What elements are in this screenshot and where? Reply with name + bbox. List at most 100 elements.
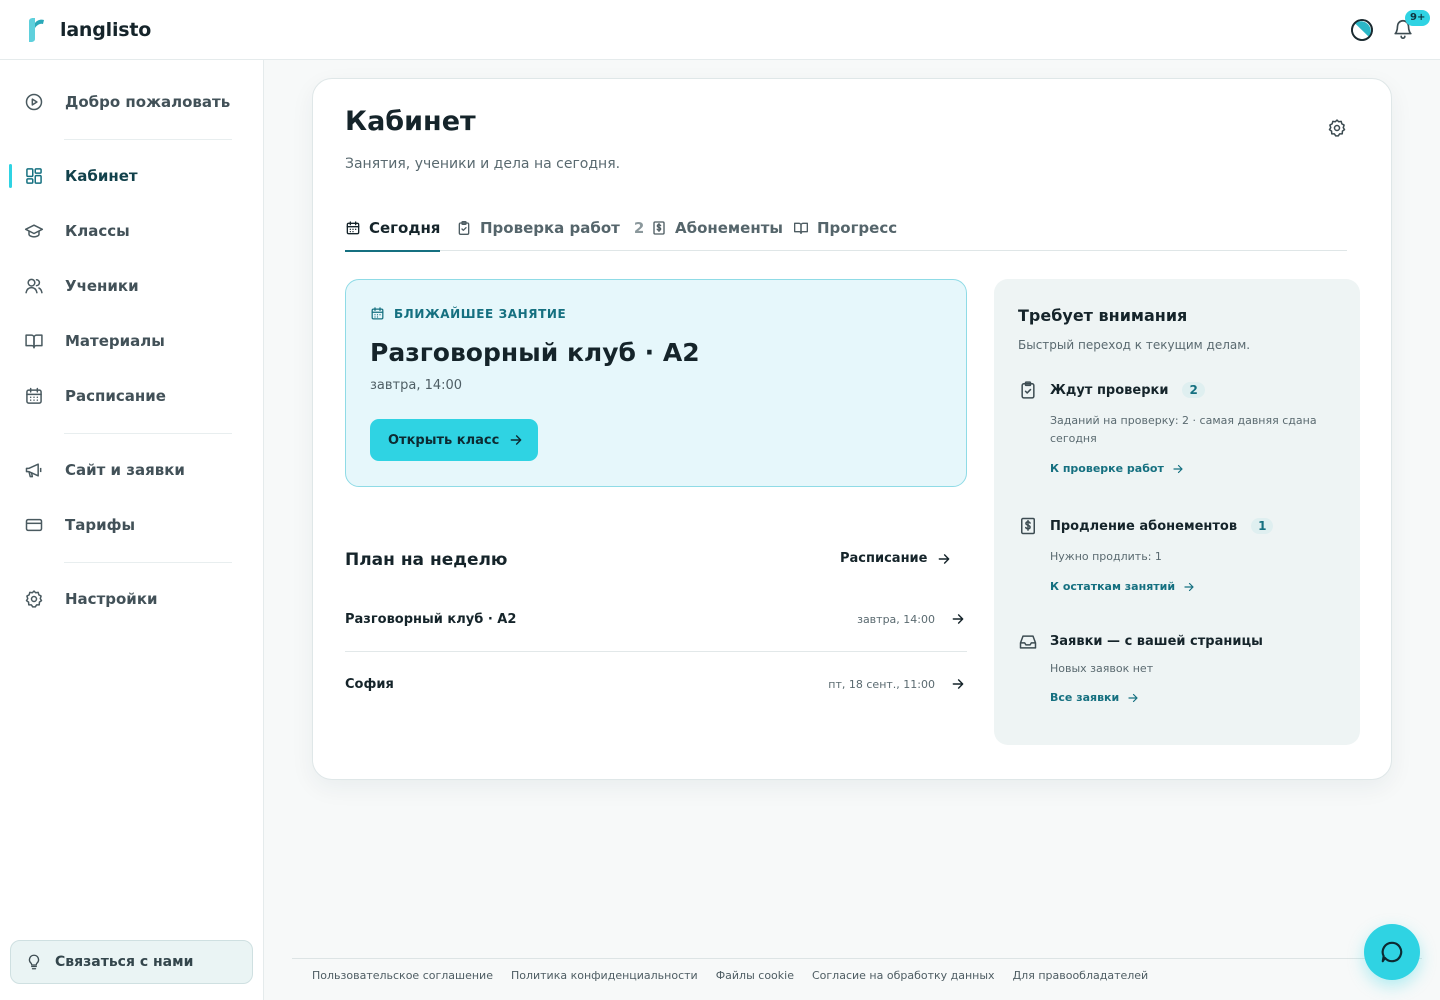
sidebar: Добро пожаловать Кабинет Классы Ученики … — [0, 60, 264, 1000]
attention-subtitle: Быстрый переход к текущим делам. — [1018, 338, 1251, 352]
book-icon — [25, 334, 43, 349]
receipt-dollar-icon — [1021, 517, 1035, 535]
tab-today[interactable]: Сегодня — [345, 210, 441, 252]
sidebar-item-site-requests[interactable]: Сайт и заявки — [0, 448, 264, 492]
attention-item-desc: Новых заявок нет — [1050, 662, 1154, 675]
sidebar-item-label: Кабинет — [65, 167, 138, 185]
logo[interactable]: langlisto — [24, 17, 151, 43]
next-lesson-card: БЛИЖАЙШЕЕ ЗАНЯТИЕ Разговорный клуб · A2 … — [345, 279, 967, 487]
credit-card-icon — [25, 518, 43, 532]
contact-us-label: Связаться с нами — [55, 954, 194, 970]
book-open-icon — [794, 222, 808, 234]
tab-review[interactable]: Проверка работ 2 — [456, 210, 644, 251]
sidebar-item-label: Сайт и заявки — [65, 461, 185, 479]
calendar-icon — [26, 387, 42, 404]
attention-item-link: К проверке работ — [1050, 462, 1164, 475]
sidebar-item-label: Добро пожаловать — [65, 93, 231, 111]
attention-item-count: 1 — [1251, 518, 1274, 534]
plan-row-time: пт, 18 сент., 11:00 — [828, 677, 935, 691]
sidebar-item-label: Ученики — [65, 277, 139, 295]
footer-link-terms[interactable]: Пользовательское соглашение — [312, 969, 493, 982]
sidebar-item-classes[interactable]: Классы — [0, 209, 264, 253]
schedule-link[interactable]: Расписание — [840, 551, 951, 566]
all-requests-link[interactable]: Все заявки — [1050, 691, 1139, 704]
tab-count-badge: 2 — [633, 218, 645, 237]
tab-bar: Сегодня Проверка работ 2 Абонементы Прог… — [345, 210, 1347, 252]
sidebar-item-plans[interactable]: Тарифы — [0, 503, 264, 547]
open-class-label: Открыть класс — [388, 432, 500, 448]
arrow-right-icon — [1128, 693, 1138, 702]
calendar-icon — [346, 220, 360, 234]
contact-us-button[interactable]: Связаться с нами — [10, 940, 253, 984]
theme-toggle-icon[interactable] — [1350, 18, 1374, 42]
footer-link-copyright[interactable]: Для правообладателей — [1013, 969, 1149, 982]
dashboard-icon — [26, 168, 42, 184]
sidebar-item-label: Расписание — [65, 387, 166, 405]
remaining-lessons-link[interactable]: К остаткам занятий — [1050, 580, 1195, 593]
plan-row-name: Разговорный клуб · A2 — [345, 611, 517, 627]
sidebar-item-welcome[interactable]: Добро пожаловать — [0, 80, 264, 124]
tab-subscriptions[interactable]: Абонементы — [651, 210, 783, 251]
footer-link-consent[interactable]: Согласие на обработку данных — [812, 969, 995, 982]
next-lesson-title: Разговорный клуб · A2 — [370, 338, 700, 367]
review-works-link[interactable]: К проверке работ — [1050, 462, 1184, 475]
arrow-right-icon — [939, 553, 950, 564]
footer-link-cookies[interactable]: Файлы cookie — [716, 969, 794, 982]
attention-panel: Требует внимания Быстрый переход к текущ… — [994, 279, 1360, 745]
inbox-icon — [1019, 635, 1037, 649]
arrow-right-icon — [1184, 582, 1194, 591]
schedule-link-label: Расписание — [840, 551, 928, 566]
attention-item-link: К остаткам занятий — [1050, 580, 1176, 593]
dashboard-card: Кабинет Занятия, ученики и дела на сегод… — [312, 78, 1392, 780]
chat-bubble-icon — [1381, 941, 1403, 963]
tab-progress[interactable]: Прогресс — [793, 210, 897, 251]
footer-links: Пользовательское соглашение Политика кон… — [312, 969, 1148, 982]
page-title: Кабинет — [345, 106, 476, 137]
arrow-right-icon — [952, 614, 964, 624]
next-lesson-kicker: БЛИЖАЙШЕЕ ЗАНЯТИЕ — [394, 306, 567, 321]
attention-item-desc: Нужно продлить: 1 — [1050, 550, 1162, 563]
next-lesson-time: завтра, 14:00 — [370, 378, 463, 393]
sidebar-item-students[interactable]: Ученики — [0, 264, 264, 308]
sidebar-item-settings[interactable]: Настройки — [0, 577, 264, 621]
notifications-button[interactable]: 9+ — [1392, 9, 1431, 42]
sidebar-item-dashboard[interactable]: Кабинет — [0, 154, 264, 198]
plan-row[interactable]: Разговорный клуб · A2 завтра, 14:00 — [345, 587, 967, 651]
attention-item-title: Продление абонементов — [1050, 518, 1238, 534]
tab-label: Абонементы — [675, 218, 783, 237]
clipboard-check-icon — [1021, 381, 1035, 399]
open-class-button[interactable]: Открыть класс — [370, 419, 538, 461]
calendar-icon — [371, 307, 384, 320]
sidebar-item-materials[interactable]: Материалы — [0, 319, 264, 363]
tab-label: Сегодня — [369, 218, 441, 237]
sidebar-item-label: Классы — [65, 222, 130, 240]
clipboard-check-icon — [458, 220, 470, 235]
arrow-right-icon — [1173, 464, 1183, 473]
plan-row-time: завтра, 14:00 — [857, 612, 935, 626]
attention-item-title: Ждут проверки — [1050, 382, 1169, 398]
footer-link-privacy[interactable]: Политика конфиденциальности — [511, 969, 698, 982]
plan-row-name: София — [345, 676, 394, 692]
sidebar-item-schedule[interactable]: Расписание — [0, 374, 264, 418]
receipt-dollar-icon — [653, 220, 665, 235]
sidebar-item-label: Настройки — [65, 590, 158, 608]
sidebar-item-label: Тарифы — [65, 516, 136, 534]
top-bar: langlisto 9+ — [0, 0, 1440, 60]
chat-button[interactable] — [1364, 924, 1420, 980]
attention-item-title: Заявки — с вашей страницы — [1050, 634, 1263, 649]
logo-mark-icon — [29, 17, 44, 42]
notifications-badge: 9+ — [1405, 9, 1431, 26]
attention-item-count: 2 — [1182, 382, 1205, 398]
gear-icon — [25, 590, 43, 608]
plan-row[interactable]: София пт, 18 сент., 11:00 — [345, 652, 967, 716]
megaphone-icon — [25, 463, 42, 478]
play-circle-icon — [25, 93, 43, 111]
sidebar-divider — [64, 433, 232, 434]
tab-label: Проверка работ — [480, 218, 620, 237]
arrow-right-icon — [510, 435, 522, 445]
page-subtitle: Занятия, ученики и дела на сегодня. — [345, 156, 621, 172]
sidebar-item-label: Материалы — [65, 332, 165, 350]
settings-gear-icon[interactable] — [1327, 118, 1347, 138]
weekly-plan-title: План на неделю — [345, 550, 508, 570]
footer-divider — [292, 958, 1422, 959]
